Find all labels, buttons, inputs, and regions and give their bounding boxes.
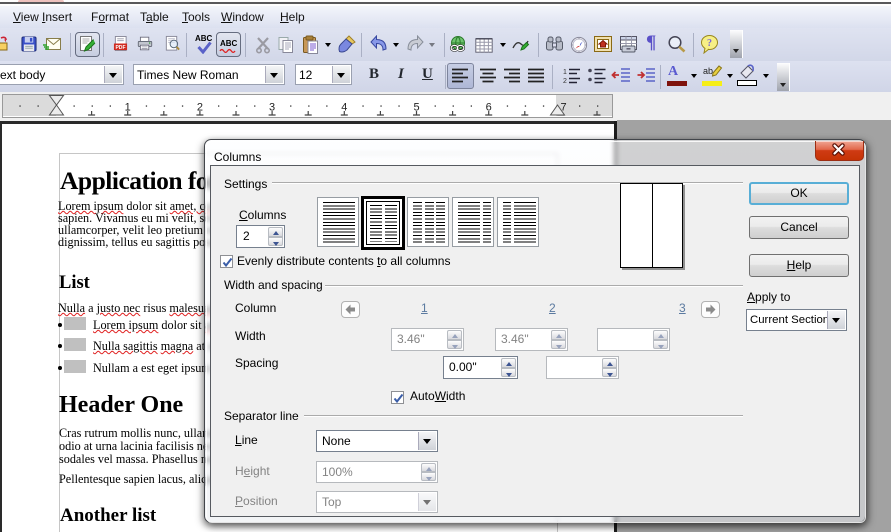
svg-text:?: ? — [707, 38, 712, 49]
svg-text:1: 1 — [563, 69, 567, 76]
svg-text:7: 7 — [560, 102, 566, 114]
svg-text:PDF: PDF — [115, 45, 125, 51]
svg-text:ab: ab — [703, 66, 713, 76]
svg-text:2: 2 — [563, 78, 567, 85]
